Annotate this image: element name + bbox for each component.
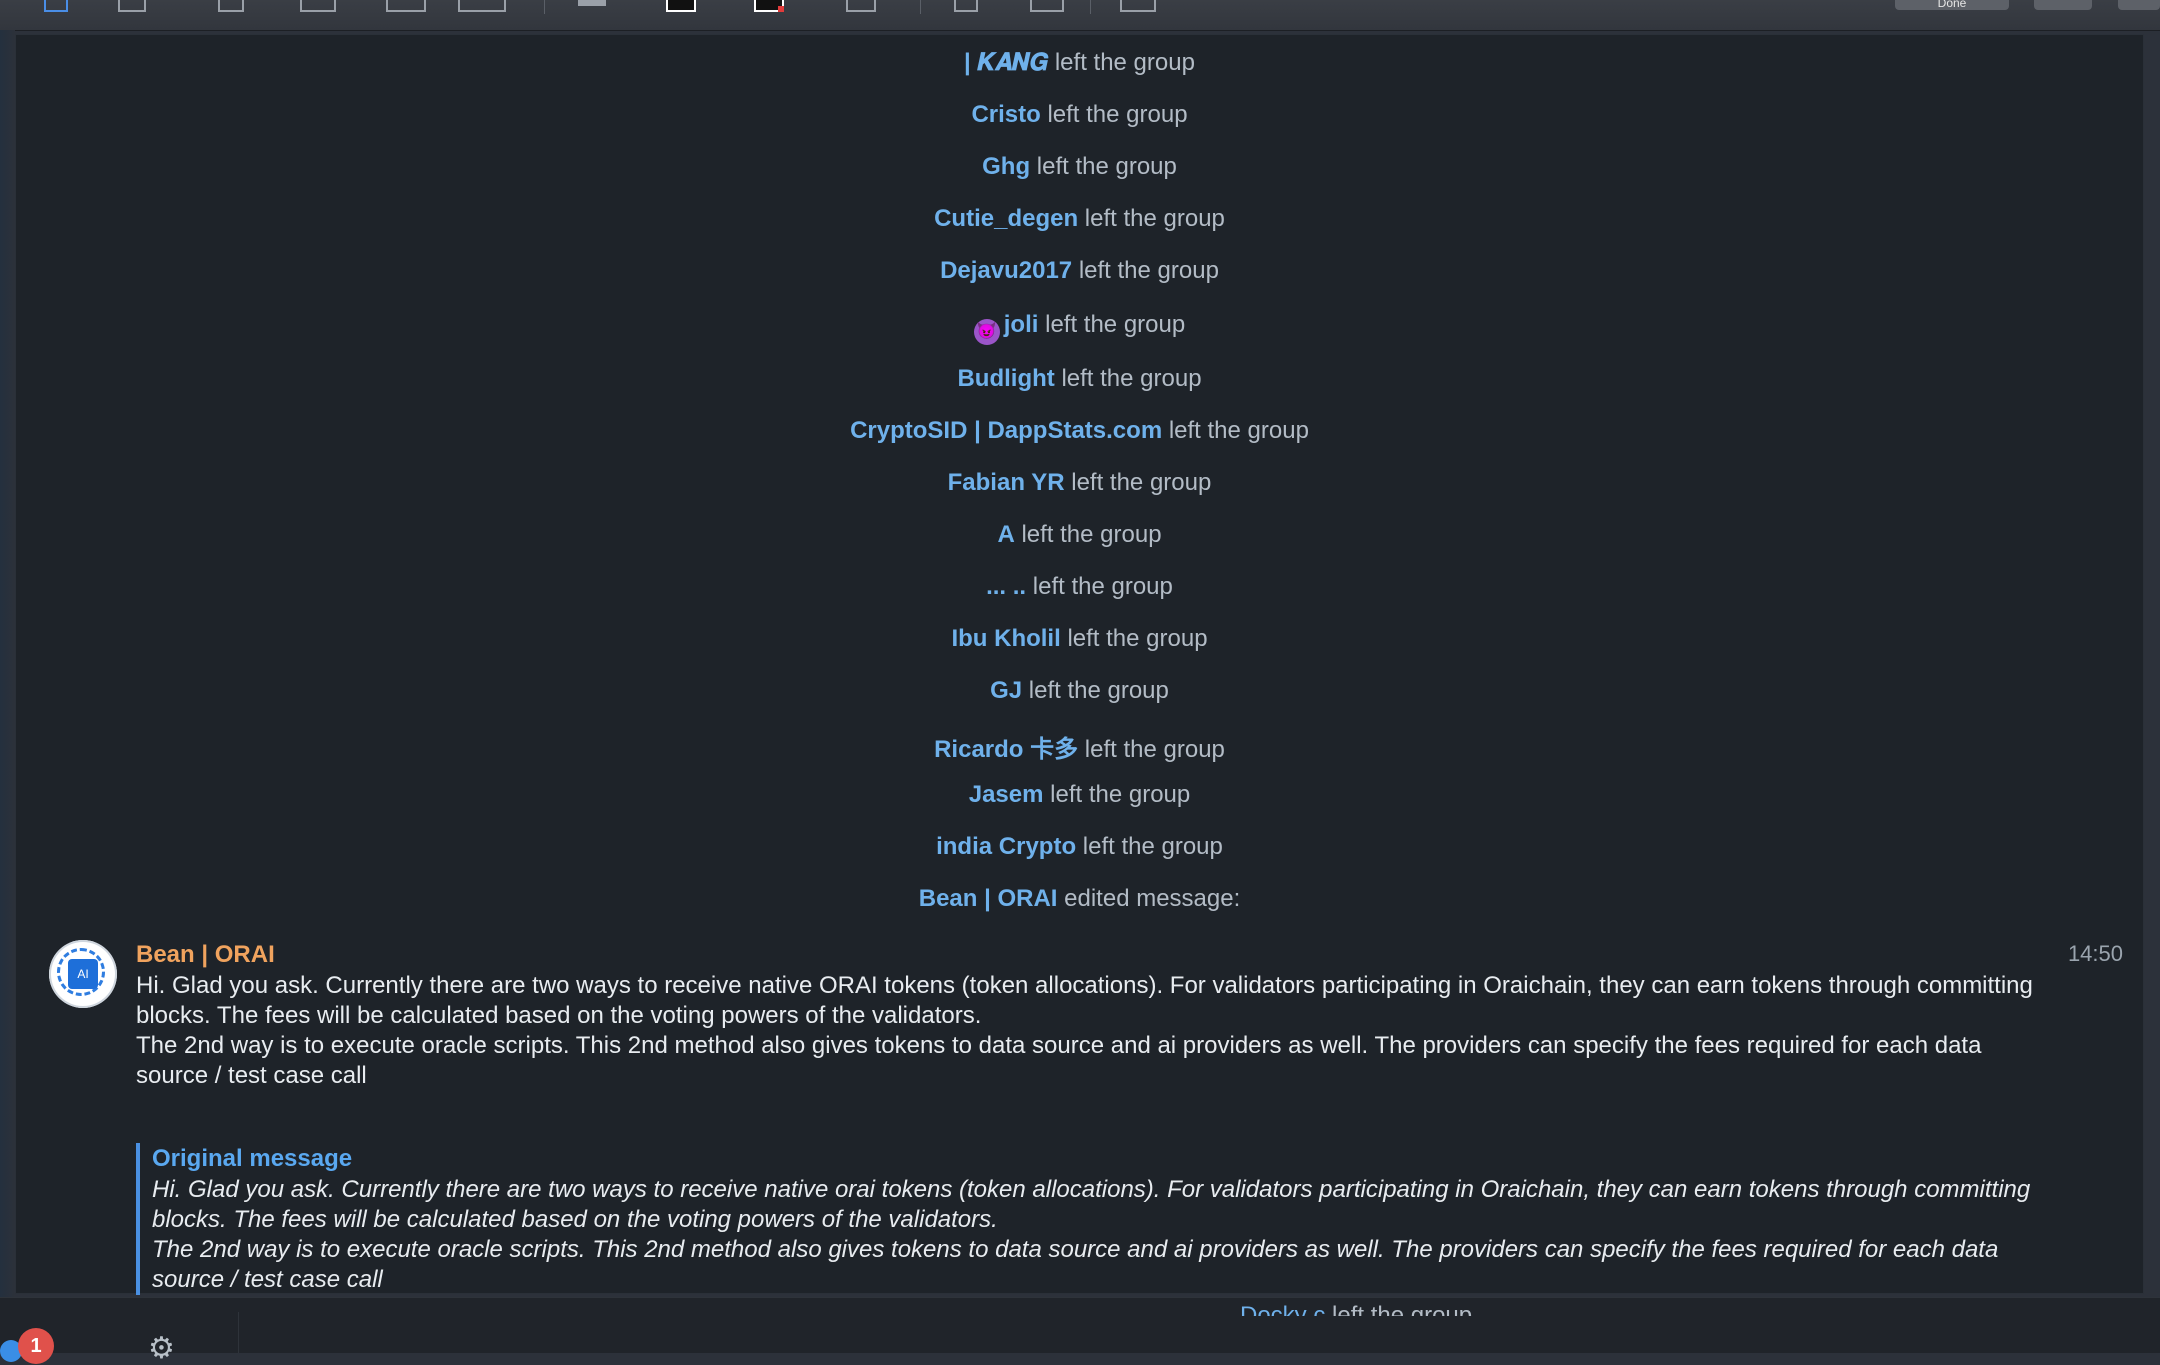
service-action: left the group	[1332, 1302, 1473, 1316]
service-message: india Crypto left the group	[16, 833, 2143, 861]
service-message: Cutie_degen left the group	[16, 205, 2143, 233]
line-style-icon[interactable]	[578, 0, 606, 6]
toolbar-divider	[1090, 0, 1091, 14]
service-message: A left the group	[16, 521, 2143, 549]
markup-toolbar: Done	[0, 0, 2160, 31]
service-action: left the group	[1067, 625, 1208, 652]
rotate-icon[interactable]	[954, 0, 978, 12]
border-color-icon[interactable]	[666, 0, 696, 12]
rotate-button[interactable]	[2034, 0, 2092, 10]
avatar[interactable]: AI	[49, 940, 117, 1008]
service-action: left the group	[1078, 257, 1219, 284]
service-message: Ibu Kholil left the group	[16, 625, 2143, 653]
member-name[interactable]: Fabian YR	[948, 469, 1065, 496]
service-action: edited message:	[1064, 885, 1241, 912]
selection-icon[interactable]	[44, 0, 68, 12]
settings-gear-icon[interactable]: ⚙	[148, 1334, 175, 1364]
message-paragraph: The 2nd way is to execute oracle scripts…	[136, 1032, 1982, 1089]
service-message: Ricardo 卡多 left the group	[16, 729, 2143, 764]
service-action: left the group	[1168, 417, 1309, 444]
service-message: Cristo left the group	[16, 101, 2143, 129]
sketch-icon[interactable]	[118, 0, 146, 12]
font-icon[interactable]	[846, 0, 876, 12]
sender-name[interactable]: Bean | ORAI	[136, 941, 275, 969]
text-icon[interactable]	[386, 0, 426, 12]
member-name[interactable]: Cristo	[971, 101, 1040, 128]
member-name[interactable]: ... ..	[986, 573, 1026, 600]
service-message: Fabian YR left the group	[16, 469, 2143, 497]
member-name[interactable]: | 𝑲𝑨𝑵𝑮	[964, 49, 1048, 76]
message-body: Hi. Glad you ask. Currently there are tw…	[136, 971, 2036, 1091]
service-message: Ghg left the group	[16, 153, 2143, 181]
service-message: Budlight left the group	[16, 365, 2143, 393]
share-icon[interactable]	[1120, 0, 1156, 12]
fill-color-icon[interactable]	[754, 0, 784, 12]
service-message: GJ left the group	[16, 677, 2143, 705]
quote-title: Original message	[152, 1145, 353, 1172]
service-message-peek: Docky c left the group	[1240, 1302, 1472, 1316]
service-message: Dejavu2017 left the group	[16, 257, 2143, 285]
member-name[interactable]: Ricardo 卡多	[934, 736, 1078, 763]
member-name[interactable]: Cutie_degen	[934, 205, 1078, 232]
service-action: left the group	[1028, 677, 1169, 704]
original-message-quote[interactable]: Original message Hi. Glad you ask. Curre…	[136, 1143, 2052, 1295]
service-action: left the group	[1050, 781, 1191, 808]
member-name[interactable]: GJ	[990, 677, 1022, 704]
sidebar-divider	[238, 1312, 239, 1353]
message-paragraph: Hi. Glad you ask. Currently there are tw…	[136, 972, 2033, 1029]
service-message: CryptoSID | DappStats.com left the group	[16, 417, 2143, 445]
draw-icon[interactable]	[218, 0, 244, 12]
toolbar-divider	[920, 0, 921, 14]
service-message: | 𝑲𝑨𝑵𝑮 left the group	[16, 49, 2143, 77]
toolbar-divider	[544, 0, 545, 14]
share-button[interactable]	[2118, 0, 2160, 10]
service-message: 😈 joli left the group	[16, 311, 2143, 345]
member-name[interactable]: Ibu Kholil	[951, 625, 1060, 652]
service-action: left the group	[1021, 521, 1162, 548]
bottom-bar: Docky c left the group 1 ⚙	[0, 1297, 2160, 1364]
service-action: left the group	[1082, 833, 1223, 860]
member-name[interactable]: Dejavu2017	[940, 257, 1072, 284]
service-message: Jasem left the group	[16, 781, 2143, 809]
member-name[interactable]: Budlight	[957, 365, 1054, 392]
chat-history[interactable]: | 𝑲𝑨𝑵𝑮 left the group Cristo left the gr…	[15, 34, 2144, 1295]
quote-paragraph: Hi. Glad you ask. Currently there are tw…	[152, 1176, 2031, 1233]
devil-emoji-icon: 😈	[973, 319, 1000, 345]
member-name[interactable]: Ghg	[982, 153, 1030, 180]
service-action: left the group	[1084, 736, 1225, 763]
member-name[interactable]: joli	[1004, 311, 1039, 338]
service-action: left the group	[1054, 49, 1195, 76]
member-name[interactable]: Docky c	[1240, 1302, 1325, 1316]
desktop-edge	[0, 30, 15, 1300]
member-name[interactable]: Bean | ORAI	[919, 885, 1058, 912]
done-button[interactable]: Done	[1895, 0, 2009, 10]
service-action: left the group	[1071, 469, 1212, 496]
member-name[interactable]: india Crypto	[936, 833, 1076, 860]
member-name[interactable]: CryptoSID | DappStats.com	[850, 417, 1162, 444]
avatar-chip-icon: AI	[68, 959, 98, 989]
service-action: left the group	[1061, 365, 1202, 392]
service-message: Bean | ORAI edited message:	[16, 885, 2143, 913]
service-action: left the group	[1047, 101, 1188, 128]
annotate-icon[interactable]	[1030, 0, 1064, 12]
service-action: left the group	[1084, 205, 1225, 232]
shapes-icon[interactable]	[300, 0, 336, 12]
service-action: left the group	[1045, 311, 1186, 338]
member-name[interactable]: Jasem	[969, 781, 1044, 808]
service-action: left the group	[1032, 573, 1173, 600]
service-message: ... .. left the group	[16, 573, 2143, 601]
member-name[interactable]: A	[997, 521, 1014, 548]
service-action: left the group	[1036, 153, 1177, 180]
message-time: 14:50	[2067, 941, 2123, 966]
sign-icon[interactable]	[458, 0, 506, 12]
unread-badge: 1	[18, 1328, 54, 1364]
quote-paragraph: The 2nd way is to execute oracle scripts…	[152, 1236, 1999, 1293]
